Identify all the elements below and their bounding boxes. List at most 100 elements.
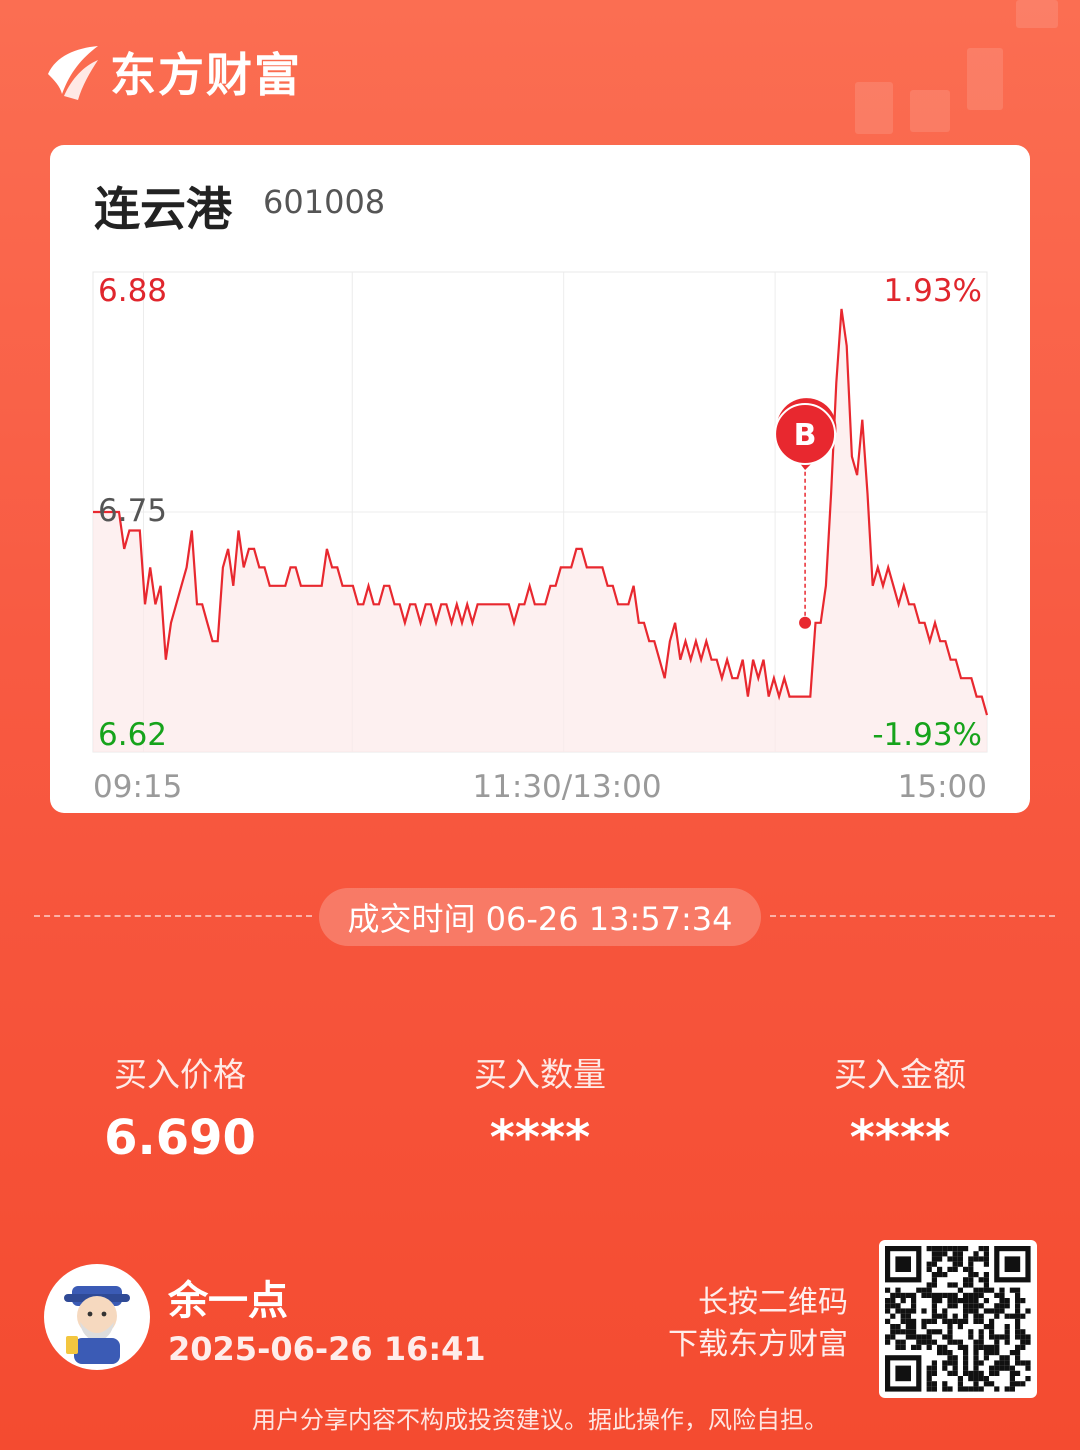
- stat-buy-quantity: 买入数量 ****: [400, 1048, 680, 1166]
- qr-module: [937, 1256, 943, 1262]
- qr-module: [926, 1386, 932, 1392]
- qr-module: [931, 1365, 937, 1371]
- qr-module: [957, 1339, 963, 1345]
- qr-module: [947, 1370, 953, 1376]
- qr-module: [994, 1386, 1000, 1392]
- qr-module: [947, 1246, 953, 1252]
- qr-module: [942, 1350, 948, 1356]
- qr-module: [973, 1251, 979, 1257]
- qr-module: [1004, 1365, 1010, 1371]
- qr-module: [957, 1318, 963, 1324]
- qr-module: [900, 1313, 906, 1319]
- qr-module: [957, 1298, 963, 1304]
- qr-module: [978, 1303, 984, 1309]
- qr-hint-line2: 下载东方财富: [668, 1327, 848, 1362]
- qr-finder: [895, 1365, 911, 1382]
- qr-module: [968, 1266, 974, 1272]
- qr-module: [978, 1313, 984, 1319]
- qr-module: [905, 1318, 911, 1324]
- marker-label: B: [794, 418, 817, 453]
- brand-name: 东方财富: [110, 48, 302, 102]
- qr-module: [1025, 1360, 1031, 1366]
- qr-module: [957, 1324, 963, 1330]
- qr-module: [973, 1287, 979, 1293]
- share-timestamp: 2025-06-26 16:41: [168, 1330, 486, 1368]
- trade-time-badge: 成交时间 06-26 13:57:34: [319, 888, 761, 946]
- qr-module: [968, 1292, 974, 1298]
- qr-module: [885, 1287, 891, 1293]
- qr-module: [1009, 1365, 1015, 1371]
- stat-value: 6.690: [104, 1110, 256, 1166]
- qr-module: [947, 1318, 953, 1324]
- divider-left: [34, 915, 312, 917]
- qr-module: [937, 1350, 943, 1356]
- qr-module: [1015, 1287, 1021, 1293]
- qr-module: [942, 1386, 948, 1392]
- qr-module: [973, 1381, 979, 1387]
- qr-module: [994, 1344, 1000, 1350]
- qr-module: [937, 1246, 943, 1252]
- qr-module: [911, 1308, 917, 1314]
- qr-module: [931, 1329, 937, 1335]
- qr-module: [999, 1292, 1005, 1298]
- stat-label: 买入金额: [834, 1055, 966, 1094]
- qr-module: [911, 1324, 917, 1330]
- qr-module: [989, 1350, 995, 1356]
- stat-value: ****: [849, 1110, 951, 1166]
- qr-module: [926, 1261, 932, 1267]
- cartoon-god-of-wealth-avatar: [64, 1286, 130, 1364]
- qr-module: [926, 1339, 932, 1345]
- qr-module: [952, 1292, 958, 1298]
- qr-module: [978, 1256, 984, 1262]
- qr-module: [994, 1334, 1000, 1340]
- qr-module: [895, 1303, 901, 1309]
- qr-module: [926, 1381, 932, 1387]
- qr-module: [994, 1360, 1000, 1366]
- qr-module: [890, 1324, 896, 1330]
- qr-module: [1004, 1334, 1010, 1340]
- qr-module: [1009, 1287, 1015, 1293]
- qr-module: [978, 1318, 984, 1324]
- qr-hint-line1: 长按二维码: [698, 1285, 848, 1320]
- qr-module: [1009, 1313, 1015, 1319]
- qr-module: [921, 1334, 927, 1340]
- qr-module: [952, 1318, 958, 1324]
- qr-module: [947, 1355, 953, 1361]
- qr-module: [983, 1272, 989, 1278]
- qr-module: [1004, 1329, 1010, 1335]
- qr-module: [952, 1282, 958, 1288]
- qr-module: [989, 1318, 995, 1324]
- qr-module: [905, 1313, 911, 1319]
- qr-module: [1015, 1292, 1021, 1298]
- qr-module: [978, 1334, 984, 1340]
- qr-module: [905, 1329, 911, 1335]
- time-start-label: 09:15: [93, 769, 182, 805]
- qr-module: [963, 1350, 969, 1356]
- qr-module: [973, 1376, 979, 1382]
- qr-module: [1025, 1308, 1031, 1314]
- qr-module: [890, 1313, 896, 1319]
- decor-candle: [967, 48, 1003, 110]
- qr-module: [931, 1277, 937, 1283]
- qr-module: [937, 1292, 943, 1298]
- qr-module: [963, 1277, 969, 1283]
- qr-module: [978, 1339, 984, 1345]
- stat-buy-amount: 买入金额 ****: [760, 1048, 1040, 1166]
- qr-module: [983, 1261, 989, 1267]
- qr-module: [947, 1334, 953, 1340]
- qr-module: [931, 1360, 937, 1366]
- qr-module: [963, 1303, 969, 1309]
- avatar[interactable]: [44, 1264, 150, 1370]
- qr-module: [973, 1365, 979, 1371]
- qr-module: [1025, 1365, 1031, 1371]
- qr-module: [978, 1386, 984, 1392]
- qr-module: [895, 1339, 901, 1345]
- qr-module: [957, 1344, 963, 1350]
- qr-module: [905, 1292, 911, 1298]
- qr-module: [1020, 1298, 1026, 1304]
- qr-module: [921, 1287, 927, 1293]
- qr-module: [926, 1266, 932, 1272]
- qr-module: [942, 1308, 948, 1314]
- qr-module: [900, 1329, 906, 1335]
- qr-code[interactable]: [879, 1240, 1037, 1398]
